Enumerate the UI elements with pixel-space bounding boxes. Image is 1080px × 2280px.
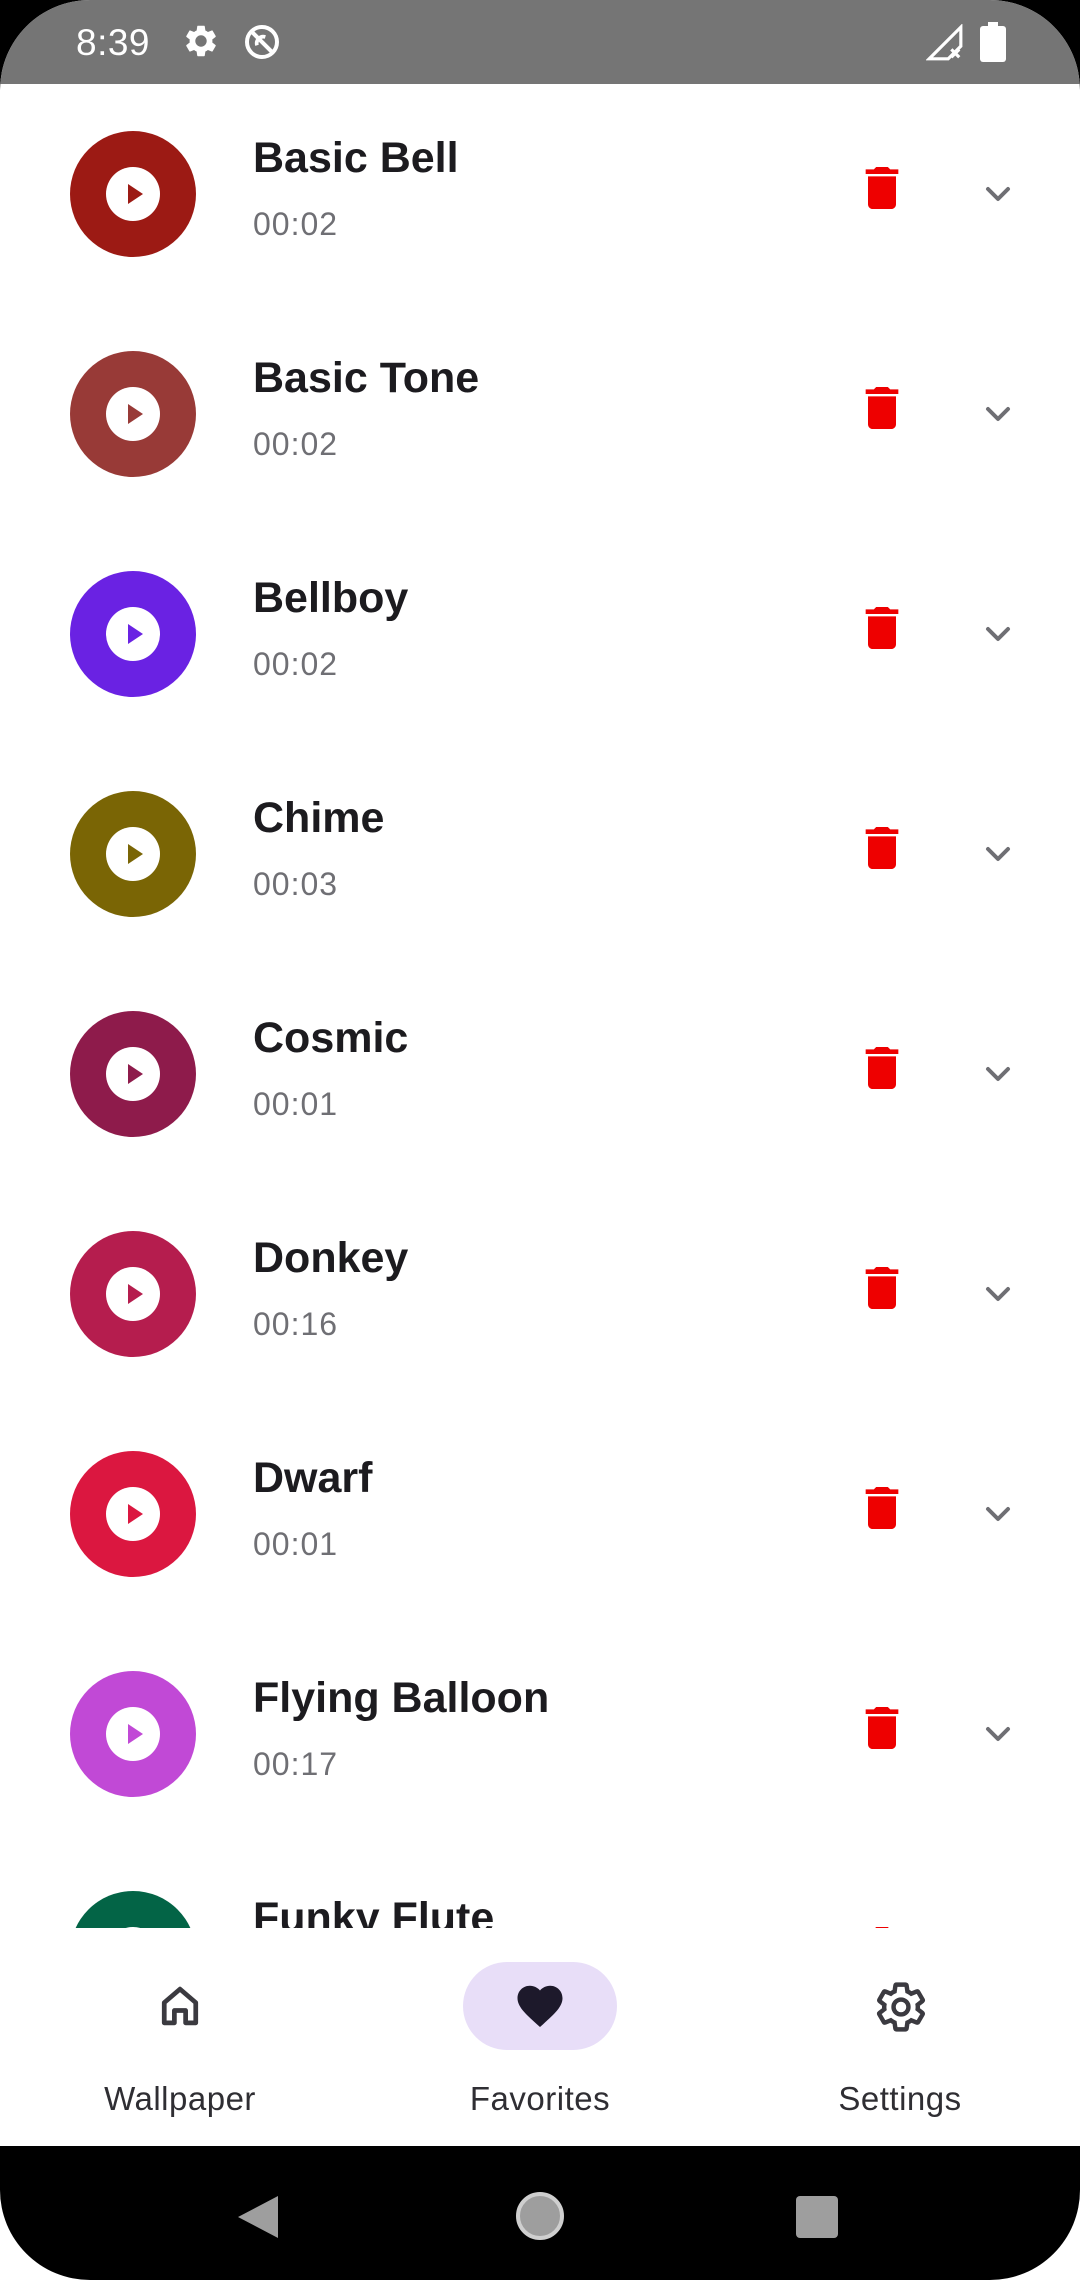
- status-bar: 8:39: [0, 0, 1080, 84]
- ringtone-title: Dwarf: [253, 1454, 373, 1502]
- chevron-down-icon[interactable]: [978, 1274, 1018, 1319]
- ringtone-duration: 00:02: [253, 646, 339, 682]
- nav-label-wallpaper: Wallpaper: [104, 2080, 256, 2117]
- delete-icon[interactable]: [854, 1480, 910, 1541]
- do-not-disturb-icon: [242, 22, 282, 67]
- ringtone-title: Donkey: [253, 1234, 409, 1282]
- play-button[interactable]: [70, 571, 196, 697]
- chevron-down-icon[interactable]: [978, 1054, 1018, 1099]
- play-icon: [106, 167, 160, 221]
- ringtone-duration: 00:02: [253, 426, 339, 462]
- nav-item-settings[interactable]: Settings: [720, 1928, 1080, 2146]
- nav-active-pill: [463, 1962, 617, 2050]
- play-button[interactable]: [70, 351, 196, 477]
- delete-icon[interactable]: [854, 1260, 910, 1321]
- nav-item-wallpaper[interactable]: Wallpaper: [0, 1928, 360, 2146]
- ringtone-duration: 00:01: [253, 1526, 339, 1562]
- play-button[interactable]: [70, 1011, 196, 1137]
- ringtone-title: Cosmic: [253, 1014, 409, 1062]
- play-icon: [106, 1267, 160, 1321]
- chevron-down-icon[interactable]: [978, 394, 1018, 439]
- chevron-down-icon[interactable]: [978, 1494, 1018, 1539]
- ringtone-row[interactable]: Basic Tone 00:02: [0, 304, 1080, 524]
- ringtone-title: Bellboy: [253, 574, 409, 622]
- nav-icon-container: [103, 1962, 257, 2050]
- play-button[interactable]: [70, 791, 196, 917]
- ringtone-title: Funky Flute: [253, 1894, 495, 1928]
- ringtone-row[interactable]: Flying Balloon 00:17: [0, 1624, 1080, 1844]
- ringtone-row[interactable]: Dwarf 00:01: [0, 1404, 1080, 1624]
- play-button[interactable]: [70, 1451, 196, 1577]
- delete-icon[interactable]: [854, 1920, 910, 1928]
- ringtone-duration: 00:03: [253, 866, 339, 902]
- delete-icon[interactable]: [854, 160, 910, 221]
- play-icon: [106, 1047, 160, 1101]
- delete-icon[interactable]: [854, 1040, 910, 1101]
- ringtone-duration: 00:17: [253, 1746, 339, 1782]
- nav-item-favorites[interactable]: Favorites: [360, 1928, 720, 2146]
- chevron-down-icon[interactable]: [978, 1714, 1018, 1759]
- ringtone-row[interactable]: Chime 00:03: [0, 744, 1080, 964]
- nav-label-favorites: Favorites: [469, 2080, 611, 2117]
- ringtone-title: Basic Tone: [253, 354, 480, 402]
- battery-icon: [980, 22, 1006, 67]
- delete-icon[interactable]: [854, 1700, 910, 1761]
- system-navigation-bar: [0, 2146, 1080, 2280]
- ringtone-row[interactable]: Bellboy 00:02: [0, 524, 1080, 744]
- play-icon: [106, 607, 160, 661]
- signal-x-icon: [925, 23, 964, 67]
- chevron-down-icon[interactable]: [978, 834, 1018, 879]
- delete-icon[interactable]: [854, 380, 910, 441]
- ringtone-row[interactable]: Funky Flute: [0, 1844, 1080, 1928]
- status-time: 8:39: [76, 22, 151, 63]
- delete-icon[interactable]: [854, 820, 910, 881]
- ringtone-list[interactable]: Basic Bell 00:02 Basic Tone 00:02 Bellbo…: [0, 84, 1080, 1928]
- app-screen: 8:39 Basic Bell 00:02 Basic Tone 00:02 B…: [0, 0, 1080, 2280]
- ringtone-duration: 00:02: [253, 206, 339, 242]
- nav-icon-container: [823, 1962, 977, 2050]
- ringtone-duration: 00:16: [253, 1306, 339, 1342]
- nav-label-settings: Settings: [838, 2080, 962, 2117]
- ringtone-row[interactable]: Cosmic 00:01: [0, 964, 1080, 1184]
- home-circle-icon[interactable]: [514, 2190, 566, 2247]
- delete-icon[interactable]: [854, 600, 910, 661]
- play-button[interactable]: [70, 1671, 196, 1797]
- play-icon: [106, 1487, 160, 1541]
- play-icon: [106, 387, 160, 441]
- ringtone-title: Basic Bell: [253, 134, 459, 182]
- chevron-down-icon[interactable]: [978, 614, 1018, 659]
- heart-icon: [517, 1985, 563, 2028]
- gear-icon: [877, 1982, 925, 2032]
- gear-icon: [182, 22, 220, 65]
- bottom-navigation: Wallpaper Favorites Settings: [0, 1928, 1080, 2146]
- ringtone-title: Flying Balloon: [253, 1674, 550, 1722]
- home-icon: [161, 1986, 199, 2026]
- ringtone-title: Chime: [253, 794, 385, 842]
- back-icon[interactable]: [236, 2194, 280, 2245]
- play-button[interactable]: [70, 1231, 196, 1357]
- play-button[interactable]: [70, 1891, 196, 1928]
- ringtone-row[interactable]: Donkey 00:16: [0, 1184, 1080, 1404]
- recents-icon[interactable]: [796, 2196, 838, 2243]
- play-button[interactable]: [70, 131, 196, 257]
- play-icon: [106, 827, 160, 881]
- play-icon: [106, 1707, 160, 1761]
- chevron-down-icon[interactable]: [978, 174, 1018, 219]
- ringtone-row[interactable]: Basic Bell 00:02: [0, 84, 1080, 304]
- ringtone-duration: 00:01: [253, 1086, 339, 1122]
